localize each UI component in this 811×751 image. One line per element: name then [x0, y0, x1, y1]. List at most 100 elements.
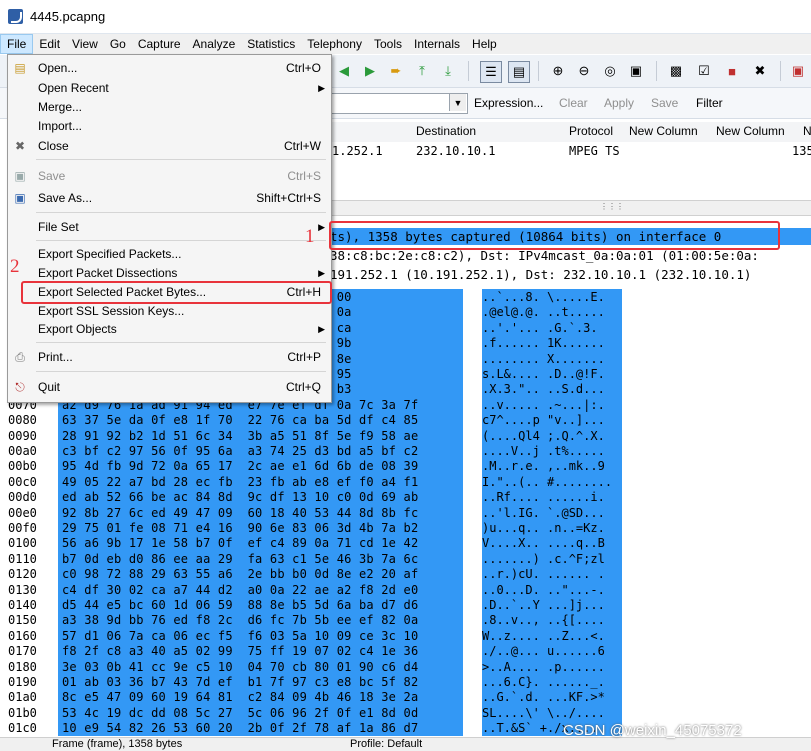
display-filters-icon[interactable]: ☑	[694, 61, 714, 81]
byte-ascii[interactable]: .8..v.., ..{[....	[482, 612, 622, 629]
byte-row[interactable]: 0080 63 37 5e da 0f e8 1f 70 22 76 ca ba …	[0, 412, 811, 429]
byte-hex[interactable]: 8c e5 47 09 60 19 64 81 c2 84 09 4b 46 1…	[58, 689, 463, 706]
byte-ascii[interactable]: ..Rf.... ......i.	[482, 489, 622, 506]
go-back-icon[interactable]: ◀	[334, 61, 354, 81]
pane-splitter[interactable]	[330, 200, 811, 216]
byte-row[interactable]: 0120 c0 98 72 88 29 63 55 a6 2e bb b0 0d …	[0, 566, 811, 583]
byte-ascii[interactable]: s.L&.... .D..@!F.	[482, 366, 622, 382]
byte-ascii[interactable]: ........ X.......	[482, 350, 622, 367]
byte-ascii[interactable]: ..'l.IG. `.@SD...	[482, 504, 622, 521]
menu-item-export-specified[interactable]: Export Specified Packets...	[8, 244, 331, 264]
auto-scroll-icon[interactable]: ▤	[508, 61, 530, 83]
byte-row[interactable]: 00a0 c3 bf c2 97 56 0f 95 6a a3 74 25 d3 …	[0, 443, 811, 459]
menu-view[interactable]: View	[66, 34, 104, 54]
preferences-icon[interactable]: ✖	[750, 61, 770, 81]
byte-ascii[interactable]: .@el@.@. ..t.....	[482, 304, 622, 321]
save-filter-button[interactable]: Save	[651, 96, 678, 110]
byte-row[interactable]: 0100 56 a6 9b 17 1e 58 b7 0f ef c4 89 0a …	[0, 535, 811, 552]
menu-item-quit[interactable]: ⎋ Quit Ctrl+Q	[8, 377, 331, 397]
byte-ascii[interactable]: ....V..j .t%.....	[482, 443, 622, 459]
menu-analyze[interactable]: Analyze	[187, 34, 242, 54]
byte-hex[interactable]: 63 37 5e da 0f e8 1f 70 22 76 ca ba 5d d…	[58, 412, 463, 429]
capture-filters-icon[interactable]: ▩	[666, 61, 686, 81]
byte-hex[interactable]: b7 0d eb d0 86 ee aa 29 fa 63 c1 5e 46 3…	[58, 550, 463, 567]
byte-ascii[interactable]: .......) .c.^F;zl	[482, 550, 622, 567]
menu-file[interactable]: File	[0, 34, 34, 54]
menu-item-export-dissections[interactable]: Export Packet Dissections ▶	[8, 263, 331, 283]
byte-hex[interactable]: 28 91 92 b2 1d 51 6c 34 3b a5 51 8f 5e f…	[58, 427, 463, 444]
packet-row[interactable]: 1.252.1 232.10.10.1 MPEG TS 1358	[330, 142, 811, 162]
byte-hex[interactable]: c4 df 30 02 ca a7 44 d2 a0 0a 22 ae a2 f…	[58, 581, 463, 598]
byte-ascii[interactable]: )u...q.. .n..=Kz.	[482, 520, 622, 536]
byte-ascii[interactable]: ..G.`.d. ...KF.>*	[482, 689, 622, 706]
byte-hex[interactable]: c0 98 72 88 29 63 55 a6 2e bb b0 0d 8e e…	[58, 566, 463, 583]
byte-row[interactable]: 0090 28 91 92 b2 1d 51 6c 34 3b a5 51 8f …	[0, 427, 811, 444]
byte-hex[interactable]: 57 d1 06 7a ca 06 ec f5 f6 03 5a 10 09 c…	[58, 627, 463, 644]
menu-item-save[interactable]: ▣ Save Ctrl+S	[8, 166, 331, 186]
menu-item-save-as[interactable]: ▣ Save As... Shift+Ctrl+S	[8, 188, 331, 208]
byte-row[interactable]: 01b0 53 4c 19 dc dd 08 5c 27 5c 06 96 2f …	[0, 704, 811, 721]
byte-ascii[interactable]: ...6.C}. ......_.	[482, 674, 622, 690]
colorize-icon[interactable]: ☰	[480, 61, 502, 83]
go-first-icon[interactable]: ⤒	[412, 61, 432, 81]
menu-tools[interactable]: Tools	[368, 34, 408, 54]
byte-ascii[interactable]: ./..@... u......6	[482, 643, 622, 660]
byte-ascii[interactable]: ..0...D. .."...-.	[482, 581, 622, 598]
byte-hex[interactable]: 49 05 22 a7 bd 28 ec fb 23 fb ab e8 ef f…	[58, 473, 463, 490]
column-new-2[interactable]: New Column	[716, 124, 785, 138]
menu-statistics[interactable]: Statistics	[241, 34, 301, 54]
byte-ascii[interactable]: (....Ql4 ;.Q.^.X.	[482, 427, 622, 444]
column-n[interactable]: N	[803, 124, 811, 138]
menu-item-open[interactable]: ▤ Open... Ctrl+O	[8, 58, 331, 78]
filter-button[interactable]: Filter	[696, 96, 723, 110]
byte-ascii[interactable]: V....X.. ....q..B	[482, 535, 622, 552]
byte-ascii[interactable]: ..r.)cU. ...... .	[482, 566, 622, 583]
byte-hex[interactable]: a3 38 9d bb 76 ed f8 2c d6 fc 7b 5b ee e…	[58, 612, 463, 629]
menu-item-file-set[interactable]: File Set ▶	[8, 217, 331, 237]
go-to-packet-icon[interactable]: ➨	[386, 61, 406, 81]
byte-hex[interactable]: 3e 03 0b 41 cc 9e c5 10 04 70 cb 80 01 9…	[58, 658, 463, 675]
byte-ascii[interactable]: ..`...8. \.....E.	[482, 289, 622, 305]
menu-item-export-ssl-keys[interactable]: Export SSL Session Keys...	[8, 301, 331, 321]
chevron-down-icon[interactable]: ▼	[449, 94, 466, 111]
byte-ascii[interactable]: .X.3.".. ..S.d...	[482, 381, 622, 398]
byte-row[interactable]: 0190 01 ab 03 36 b7 43 7d ef b1 7f 97 c3 …	[0, 674, 811, 690]
zoom-normal-icon[interactable]: ◎	[600, 61, 620, 81]
byte-hex[interactable]: c3 bf c2 97 56 0f 95 6a a3 74 25 d3 bd a…	[58, 443, 463, 459]
byte-hex[interactable]: d5 44 e5 bc 60 1d 06 59 88 8e b5 5d 6a b…	[58, 597, 463, 613]
menu-item-export-objects[interactable]: Export Objects ▶	[8, 319, 331, 339]
byte-row[interactable]: 0180 3e 03 0b 41 cc 9e c5 10 04 70 cb 80 …	[0, 658, 811, 675]
menu-go[interactable]: Go	[104, 34, 132, 54]
menu-edit[interactable]: Edit	[33, 34, 66, 54]
status-profile[interactable]: Profile: Default	[350, 738, 422, 750]
menu-telephony[interactable]: Telephony	[301, 34, 368, 54]
byte-hex[interactable]: f8 2f c8 a3 40 a5 02 99 75 ff 19 07 02 c…	[58, 643, 463, 660]
byte-row[interactable]: 01a0 8c e5 47 09 60 19 64 81 c2 84 09 4b …	[0, 689, 811, 706]
byte-row[interactable]: 00b0 95 4d fb 9d 72 0a 65 17 2c ae e1 6d …	[0, 458, 811, 475]
expression-button[interactable]: Expression...	[474, 96, 543, 110]
byte-hex[interactable]: ed ab 52 66 be ac 84 8d 9c df 13 10 c0 0…	[58, 489, 463, 506]
byte-ascii[interactable]: SL....\' \../....	[482, 704, 622, 721]
byte-row[interactable]: 00d0 ed ab 52 66 be ac 84 8d 9c df 13 10 …	[0, 489, 811, 506]
menu-help[interactable]: Help	[466, 34, 503, 54]
byte-row[interactable]: 0150 a3 38 9d bb 76 ed f8 2c d6 fc 7b 5b …	[0, 612, 811, 629]
display-filter-input[interactable]	[330, 93, 468, 114]
column-new-1[interactable]: New Column	[629, 124, 698, 138]
byte-ascii[interactable]: ..'.'... .G.`.3.	[482, 319, 622, 336]
apply-button[interactable]: Apply	[604, 96, 634, 110]
byte-hex[interactable]: 29 75 01 fe 08 71 e4 16 90 6e 83 06 3d 4…	[58, 520, 463, 536]
byte-hex[interactable]: 92 8b 27 6c ed 49 47 09 60 18 40 53 44 8…	[58, 504, 463, 521]
byte-ascii[interactable]: .M..r.e. ,..mk..9	[482, 458, 622, 475]
byte-ascii[interactable]: >..A.... .p......	[482, 658, 622, 675]
coloring-rules-icon[interactable]: ■	[722, 61, 742, 81]
byte-row[interactable]: 0110 b7 0d eb d0 86 ee aa 29 fa 63 c1 5e …	[0, 550, 811, 567]
byte-ascii[interactable]: I."..(.. #........	[482, 473, 622, 490]
menu-item-import[interactable]: Import...	[8, 116, 331, 136]
menu-capture[interactable]: Capture	[132, 34, 187, 54]
byte-row[interactable]: 00c0 49 05 22 a7 bd 28 ec fb 23 fb ab e8 …	[0, 473, 811, 490]
byte-row[interactable]: 0140 d5 44 e5 bc 60 1d 06 59 88 8e b5 5d …	[0, 597, 811, 613]
byte-hex[interactable]: 56 a6 9b 17 1e 58 b7 0f ef c4 89 0a 71 c…	[58, 535, 463, 552]
menu-item-print[interactable]: ⎙ Print... Ctrl+P	[8, 347, 331, 367]
byte-ascii[interactable]: .D..`..Y ...]j...	[482, 597, 622, 613]
byte-row[interactable]: 00f0 29 75 01 fe 08 71 e4 16 90 6e 83 06 …	[0, 520, 811, 536]
